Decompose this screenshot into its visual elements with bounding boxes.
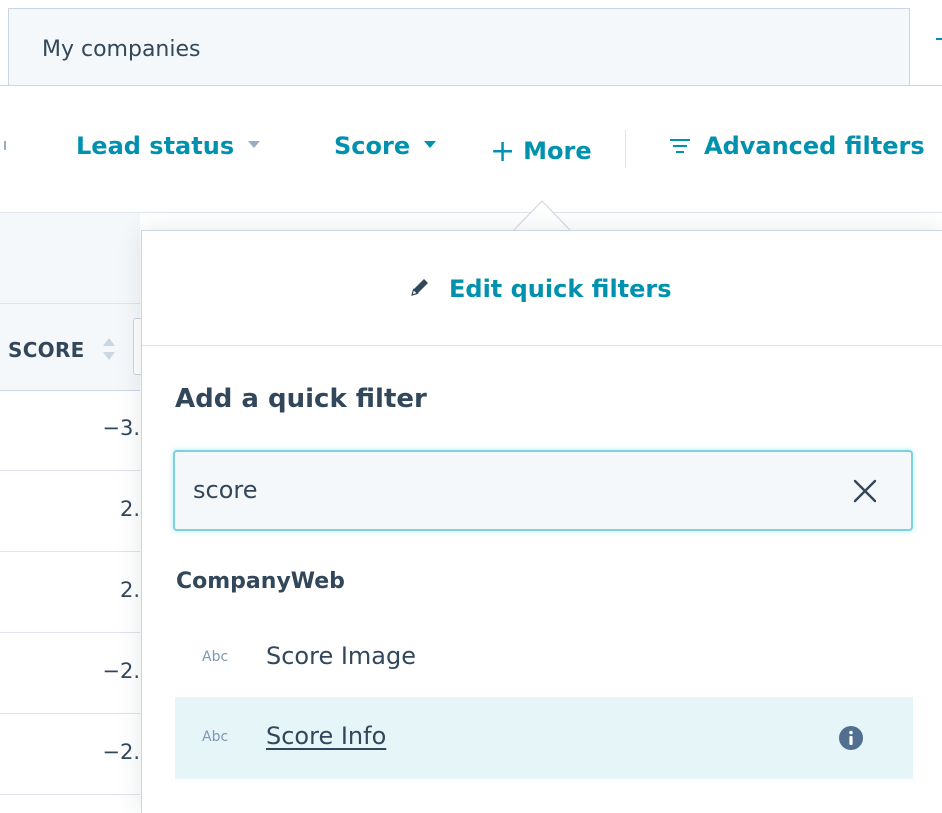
advanced-filters-label: Advanced filters bbox=[704, 132, 925, 160]
score-cell: −2. bbox=[102, 740, 140, 764]
text-type-badge: Abc bbox=[202, 649, 229, 665]
pencil-icon bbox=[411, 279, 428, 296]
view-tab-bar: My companies bbox=[0, 0, 942, 86]
view-tab-my-companies[interactable]: My companies bbox=[8, 8, 910, 86]
table-row[interactable]: −2. bbox=[0, 633, 140, 714]
add-quick-filter-popover: Edit quick filters Add a quick filter sc… bbox=[141, 230, 942, 813]
score-cell: 2. bbox=[119, 578, 140, 602]
filter-lines-icon bbox=[670, 139, 690, 153]
property-option-score-image[interactable]: Abc Score Image bbox=[175, 617, 913, 699]
caret-down-icon bbox=[424, 140, 437, 148]
popover-heading: Add a quick filter bbox=[175, 384, 427, 414]
view-tab-label: My companies bbox=[42, 37, 201, 62]
next-tab-edge bbox=[936, 38, 942, 40]
lead-status-filter-label: Lead status bbox=[76, 132, 235, 160]
score-cell: 2. bbox=[119, 497, 140, 521]
plus-icon: + bbox=[490, 134, 516, 169]
quick-filter-bar: Lead status Score + More Advanced filters bbox=[0, 100, 942, 200]
divider bbox=[0, 85, 942, 86]
score-cell: −3. bbox=[102, 416, 140, 440]
divider bbox=[0, 212, 942, 213]
text-type-badge: Abc bbox=[202, 729, 229, 745]
advanced-filters-button[interactable]: Advanced filters bbox=[670, 132, 925, 160]
popover-pointer bbox=[513, 200, 571, 232]
property-group-label: CompanyWeb bbox=[176, 569, 345, 594]
caret-down-icon bbox=[248, 140, 261, 148]
close-icon[interactable] bbox=[850, 476, 880, 506]
search-input-value: score bbox=[193, 476, 258, 504]
property-option-label: Score Image bbox=[266, 642, 417, 670]
table-toolbar bbox=[0, 213, 140, 303]
table-row[interactable]: 2. bbox=[0, 552, 140, 633]
divider bbox=[625, 130, 626, 168]
divider bbox=[142, 345, 942, 346]
quick-filter-search-input[interactable]: score bbox=[173, 450, 913, 531]
divider bbox=[4, 141, 6, 150]
column-header-score[interactable]: SCORE bbox=[8, 338, 85, 362]
info-icon[interactable] bbox=[837, 724, 865, 752]
score-filter-label: Score bbox=[334, 132, 411, 160]
more-filters-button[interactable]: + More bbox=[490, 132, 592, 169]
more-filters-label: More bbox=[523, 137, 592, 165]
score-cell: −2. bbox=[102, 659, 140, 683]
lead-status-filter-button[interactable]: Lead status bbox=[76, 132, 261, 160]
table-row[interactable]: −2. bbox=[0, 714, 140, 795]
property-option-score-info[interactable]: Abc Score Info bbox=[175, 697, 913, 779]
edit-quick-filters-label: Edit quick filters bbox=[449, 275, 672, 303]
table-row[interactable]: −3. bbox=[0, 390, 140, 471]
table-row[interactable]: 2. bbox=[0, 471, 140, 552]
sort-icon[interactable] bbox=[102, 336, 116, 362]
score-filter-button[interactable]: Score bbox=[334, 132, 437, 160]
property-option-label: Score Info bbox=[266, 722, 387, 750]
edit-quick-filters-link[interactable]: Edit quick filters bbox=[409, 275, 672, 303]
